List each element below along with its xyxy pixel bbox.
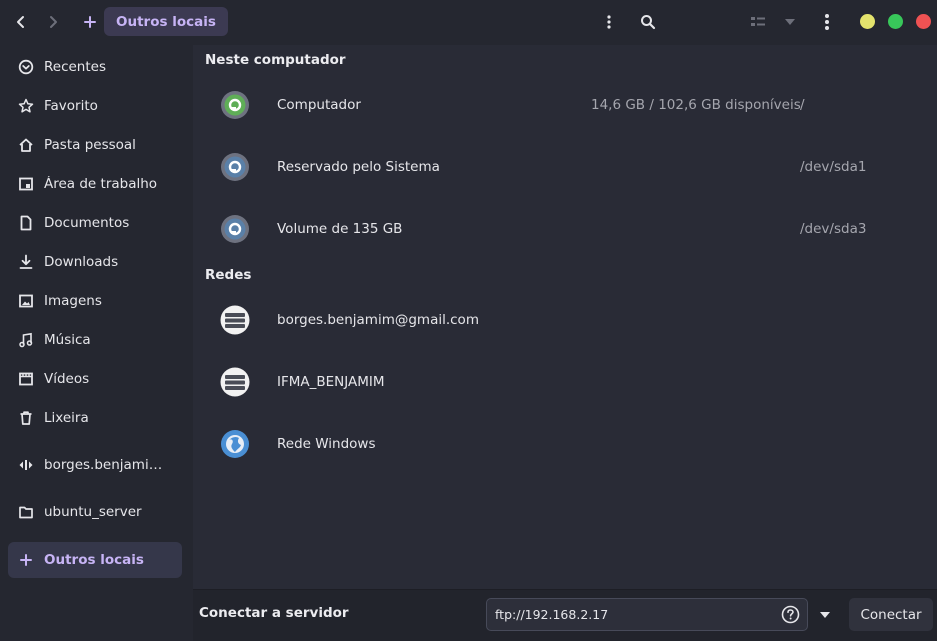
sidebar-item-outros-locais[interactable]: Outros locais <box>8 542 182 578</box>
sidebar-item-favorito[interactable]: Favorito <box>8 88 182 124</box>
star-icon <box>8 88 44 124</box>
list-view-icon <box>751 17 765 26</box>
home-icon <box>8 127 44 163</box>
plus-icon <box>84 16 96 28</box>
sidebar-item-label: Vídeos <box>44 371 90 387</box>
device-name: Computador <box>277 97 361 113</box>
network-globe-icon <box>220 429 250 459</box>
network-name: IFMA_BENJAMIM <box>277 374 385 390</box>
device-space: 14,6 GB / 102,6 GB disponíveis <box>591 97 801 113</box>
new-location-button[interactable] <box>79 8 101 36</box>
connect-server-label: Conectar a servidor <box>199 605 349 621</box>
trash-icon <box>8 400 44 436</box>
forward-icon <box>50 16 57 28</box>
sidebar-item-label: Imagens <box>44 293 102 309</box>
chevron-down-icon <box>785 19 795 25</box>
sidebar-item-label: Outros locais <box>44 552 144 568</box>
minimize-button[interactable] <box>860 14 875 29</box>
chevron-down-icon <box>820 611 830 618</box>
document-icon <box>8 205 44 241</box>
view-mode-button[interactable] <box>744 8 772 36</box>
sidebar-item-label: Lixeira <box>44 410 89 426</box>
network-row-ifma[interactable]: IFMA_BENJAMIM <box>193 351 937 413</box>
close-button[interactable] <box>916 14 931 29</box>
device-mount: /dev/sda1 <box>800 159 867 175</box>
connect-server-bar: Conectar a servidor Conectar <box>193 589 937 641</box>
sidebar-item-label: Música <box>44 332 91 348</box>
sidebar-item-label: Área de trabalho <box>44 176 158 192</box>
connect-button[interactable]: Conectar <box>849 598 933 631</box>
network-share-icon <box>8 447 44 483</box>
network-name: borges.benjamim@gmail.com <box>277 312 479 328</box>
network-name: Rede Windows <box>277 436 376 452</box>
device-mount: /dev/sda3 <box>800 221 867 237</box>
music-icon <box>8 322 44 358</box>
sidebar-item-documentos[interactable]: Documentos <box>8 205 182 241</box>
download-icon <box>8 244 44 280</box>
sidebar-item-recentes[interactable]: Recentes <box>8 49 182 85</box>
sidebar-item-musica[interactable]: Música <box>8 322 182 358</box>
network-row-rede-windows[interactable]: Rede Windows <box>193 413 937 475</box>
sidebar-item-label: Downloads <box>44 254 119 270</box>
help-button[interactable] <box>781 605 800 624</box>
sidebar-item-imagens[interactable]: Imagens <box>8 283 182 319</box>
menu-icon <box>825 14 829 30</box>
path-menu-button[interactable] <box>598 8 620 36</box>
sidebar-item-network-share[interactable]: borges.benjamim... <box>8 447 182 483</box>
location-breadcrumb[interactable]: Outros locais <box>104 7 228 36</box>
main-menu-button[interactable] <box>815 8 839 36</box>
help-icon <box>781 605 800 624</box>
maximize-button[interactable] <box>888 14 903 29</box>
sidebar-item-label: borges.benjamim... <box>44 457 172 473</box>
sidebar-item-ubuntu-server[interactable]: ubuntu_server <box>8 494 182 530</box>
sidebar-item-videos[interactable]: Vídeos <box>8 361 182 397</box>
server-icon <box>220 367 250 397</box>
network-row-gmail[interactable]: borges.benjamim@gmail.com <box>193 289 937 351</box>
more-vertical-icon <box>607 15 611 29</box>
search-button[interactable] <box>634 8 662 36</box>
other-locations-view: Neste computador Computador 14,6 GB / 10… <box>193 45 937 589</box>
sidebar-item-pasta-pessoal[interactable]: Pasta pessoal <box>8 127 182 163</box>
header-bar: Outros locais <box>0 0 937 45</box>
sidebar-item-label: ubuntu_server <box>44 504 142 520</box>
plus-icon <box>8 542 44 578</box>
device-row-computador[interactable]: Computador 14,6 GB / 102,6 GB disponívei… <box>193 74 937 136</box>
device-row-volume-135[interactable]: Volume de 135 GB /dev/sda3 <box>193 198 937 260</box>
recent-servers-dropdown[interactable] <box>811 598 839 631</box>
section-title-networks: Redes <box>205 267 252 283</box>
sidebar-item-area-de-trabalho[interactable]: Área de trabalho <box>8 166 182 202</box>
sidebar-item-label: Documentos <box>44 215 130 231</box>
view-options-button[interactable] <box>778 8 802 36</box>
drive-icon <box>220 152 250 182</box>
sidebar: Recentes Favorito Pasta pessoal Área de … <box>0 45 193 641</box>
clock-icon <box>8 49 44 85</box>
server-icon <box>220 305 250 335</box>
folder-icon <box>8 494 44 530</box>
device-name: Volume de 135 GB <box>277 221 403 237</box>
back-icon <box>17 16 24 28</box>
device-mount: / <box>800 97 805 113</box>
search-icon <box>641 15 656 30</box>
sidebar-item-label: Recentes <box>44 59 106 75</box>
sidebar-item-downloads[interactable]: Downloads <box>8 244 182 280</box>
sidebar-item-label: Favorito <box>44 98 98 114</box>
sidebar-item-lixeira[interactable]: Lixeira <box>8 400 182 436</box>
drive-root-icon <box>220 90 250 120</box>
device-row-reservado[interactable]: Reservado pelo Sistema /dev/sda1 <box>193 136 937 198</box>
drive-icon <box>220 214 250 244</box>
sidebar-item-label: Pasta pessoal <box>44 137 136 153</box>
forward-button[interactable] <box>40 8 66 36</box>
image-icon <box>8 283 44 319</box>
desktop-icon <box>8 166 44 202</box>
device-name: Reservado pelo Sistema <box>277 159 440 175</box>
section-title-computer: Neste computador <box>205 52 346 68</box>
server-address-input[interactable] <box>486 598 808 631</box>
video-icon <box>8 361 44 397</box>
back-button[interactable] <box>8 8 34 36</box>
